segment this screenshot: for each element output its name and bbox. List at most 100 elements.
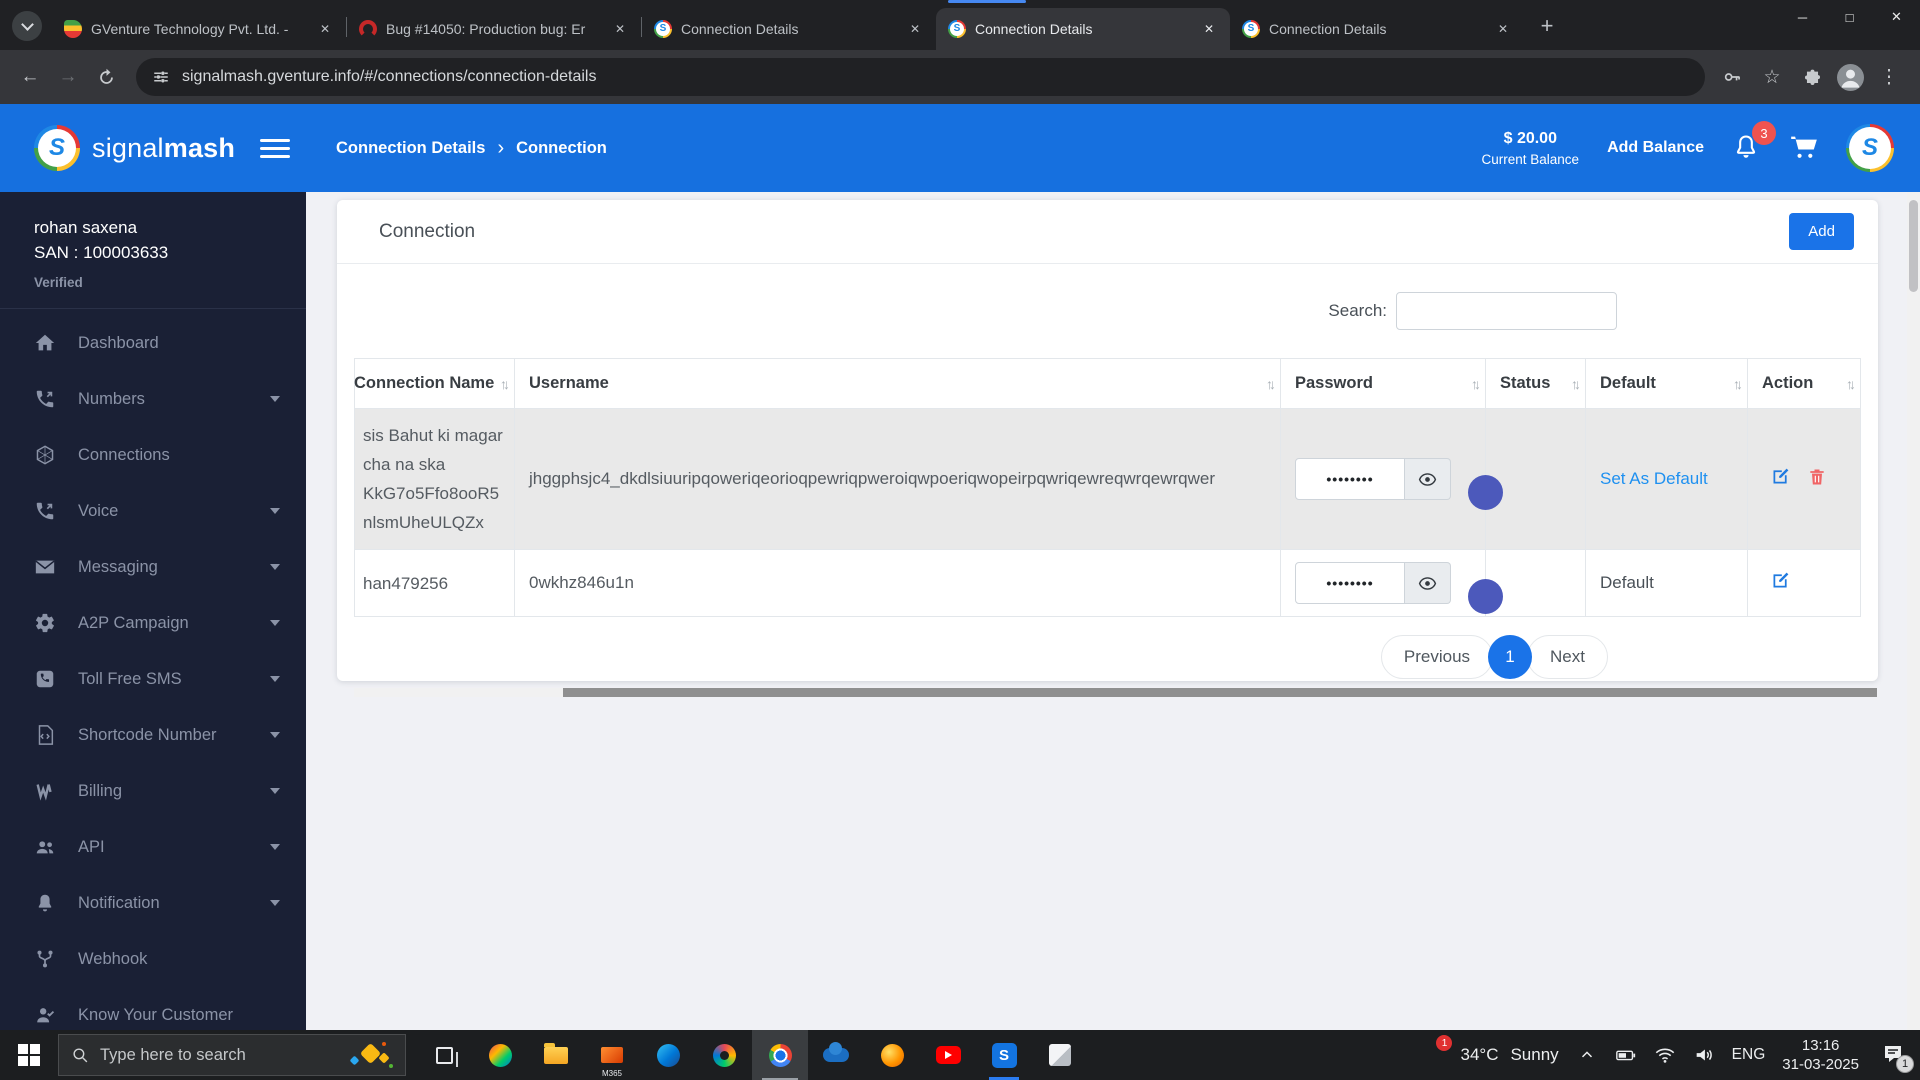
sidebar-item-toll-free-sms[interactable]: Toll Free SMS — [0, 651, 306, 707]
column-status[interactable]: Status ↑↓ — [1485, 358, 1586, 409]
action-center-button[interactable]: 1 — [1880, 1042, 1914, 1073]
new-tab-button[interactable]: + — [1532, 11, 1562, 41]
youtube-button[interactable] — [920, 1030, 976, 1080]
column-connection-name[interactable]: Connection Name ↑↓ — [354, 358, 515, 409]
tab-close-icon[interactable]: ✕ — [904, 18, 926, 40]
column-password[interactable]: Password ↑↓ — [1280, 358, 1486, 409]
sort-icon[interactable]: ↑↓ — [1846, 376, 1856, 392]
hamburger-menu-icon[interactable] — [260, 138, 290, 158]
delete-button[interactable] — [1807, 467, 1827, 492]
sidebar-item-webhook[interactable]: Webhook — [0, 931, 306, 987]
file-code-icon — [38, 725, 54, 745]
current-page-button[interactable]: 1 — [1488, 635, 1533, 679]
show-password-button[interactable] — [1405, 562, 1451, 604]
sidebar-item-api[interactable]: API — [0, 819, 306, 875]
tab-connection-details-2[interactable]: S Connection Details ✕ — [1230, 8, 1524, 50]
copilot-button[interactable] — [472, 1030, 528, 1080]
password-field[interactable] — [1295, 458, 1405, 500]
tab-close-icon[interactable]: ✕ — [609, 18, 631, 40]
sidebar-item-dashboard[interactable]: Dashboard — [0, 315, 306, 371]
file-explorer-button[interactable] — [528, 1030, 584, 1080]
sidebar-item-messaging[interactable]: Messaging — [0, 539, 306, 595]
tab-search-button[interactable] — [12, 11, 42, 41]
language-indicator[interactable]: ENG — [1732, 1046, 1766, 1064]
column-action[interactable]: Action ↑↓ — [1747, 358, 1861, 409]
forward-button[interactable]: → — [50, 59, 86, 95]
breadcrumb-level1[interactable]: Connection Details — [336, 139, 485, 158]
sort-icon[interactable]: ↑↓ — [500, 376, 510, 392]
taskbar-search-input[interactable] — [100, 1045, 339, 1065]
file-explorer-icon — [544, 1042, 568, 1064]
taskbar-search[interactable] — [58, 1034, 406, 1076]
back-button[interactable]: ← — [12, 59, 48, 95]
tab-close-icon[interactable]: ✕ — [314, 18, 336, 40]
search-input[interactable] — [1396, 292, 1617, 330]
minimize-button[interactable]: ─ — [1779, 0, 1826, 34]
column-default[interactable]: Default ↑↓ — [1585, 358, 1748, 409]
site-settings-icon[interactable] — [152, 68, 170, 86]
firefox-button[interactable] — [864, 1030, 920, 1080]
sidebar-item-connections[interactable]: Connections — [0, 427, 306, 483]
task-view-button[interactable] — [416, 1030, 472, 1080]
edit-button[interactable] — [1770, 570, 1791, 596]
sidebar-item-a2p-campaign[interactable]: A2P Campaign — [0, 595, 306, 651]
tab-connection-details-active[interactable]: S Connection Details ✕ — [936, 8, 1230, 50]
sidebar-item-numbers[interactable]: Numbers — [0, 371, 306, 427]
battery-indicator[interactable] — [1615, 1044, 1637, 1066]
tab-bug[interactable]: Bug #14050: Production bug: Er ✕ — [347, 8, 641, 50]
onedrive-button[interactable] — [808, 1030, 864, 1080]
url-text[interactable]: signalmash.gventure.info/#/connections/c… — [182, 68, 596, 86]
tray-expand-button[interactable] — [1576, 1044, 1598, 1066]
clock[interactable]: 13:16 31-03-2025 — [1782, 1036, 1859, 1074]
address-bar[interactable]: signalmash.gventure.info/#/connections/c… — [136, 58, 1705, 96]
tab-connection-details-1[interactable]: S Connection Details ✕ — [642, 8, 936, 50]
sort-icon[interactable]: ↑↓ — [1571, 376, 1581, 392]
previous-page-button[interactable]: Previous — [1380, 635, 1494, 679]
signalmash-logo-icon[interactable]: S — [34, 125, 80, 171]
photos-button[interactable] — [696, 1030, 752, 1080]
column-username[interactable]: Username ↑↓ — [514, 358, 1281, 409]
page-scrollbar[interactable] — [1907, 192, 1920, 1030]
bookmark-star-icon[interactable]: ☆ — [1757, 62, 1787, 92]
cart-button[interactable] — [1790, 132, 1818, 165]
extensions-icon[interactable] — [1797, 62, 1827, 92]
tab-close-icon[interactable]: ✕ — [1198, 18, 1220, 40]
user-avatar[interactable]: S — [1846, 124, 1894, 172]
sort-icon[interactable]: ↑↓ — [1733, 376, 1743, 392]
edge-button[interactable] — [640, 1030, 696, 1080]
sidebar-item-notification[interactable]: Notification — [0, 875, 306, 931]
horizontal-scrollbar[interactable] — [354, 688, 1877, 697]
edit-button[interactable] — [1770, 466, 1791, 492]
sort-icon[interactable]: ↑↓ — [1266, 376, 1276, 392]
wifi-indicator[interactable] — [1654, 1044, 1676, 1066]
show-password-button[interactable] — [1405, 458, 1451, 500]
maximize-button[interactable]: □ — [1826, 0, 1873, 34]
profile-avatar[interactable] — [1837, 63, 1864, 91]
set-as-default-link[interactable]: Set As Default — [1600, 469, 1708, 488]
tab-gventure[interactable]: GVenture Technology Pvt. Ltd. - ✕ — [52, 8, 346, 50]
password-key-icon[interactable] — [1717, 62, 1747, 92]
add-balance-button[interactable]: Add Balance — [1607, 139, 1704, 157]
volume-indicator[interactable] — [1693, 1044, 1715, 1066]
menu-kebab-icon[interactable]: ⋮ — [1874, 62, 1904, 92]
whiteboard-button[interactable] — [1032, 1030, 1088, 1080]
signalmash-app-button[interactable]: S — [976, 1030, 1032, 1080]
sort-icon[interactable]: ↑↓ — [1471, 376, 1481, 392]
next-page-button[interactable]: Next — [1527, 635, 1608, 679]
close-window-button[interactable]: ✕ — [1873, 0, 1920, 34]
sidebar-item-shortcode-number[interactable]: Shortcode Number — [0, 707, 306, 763]
chrome-button[interactable] — [752, 1030, 808, 1080]
tab-close-icon[interactable]: ✕ — [1492, 18, 1514, 40]
m365-button[interactable]: M365 — [584, 1030, 640, 1080]
sidebar-item-know-your-customer[interactable]: Know Your Customer — [0, 987, 306, 1030]
notifications-button[interactable]: 3 — [1732, 121, 1776, 163]
weather-widget[interactable]: 1 34°C Sunny — [1416, 1035, 1559, 1071]
sidebar-item-voice[interactable]: Voice — [0, 483, 306, 539]
sidebar-item-billing[interactable]: Billing — [0, 763, 306, 819]
password-field[interactable] — [1295, 562, 1405, 604]
scrollbar-thumb[interactable] — [1909, 200, 1918, 292]
add-button[interactable]: Add — [1789, 213, 1854, 250]
start-button[interactable] — [0, 1030, 58, 1080]
scrollbar-thumb[interactable] — [563, 688, 1877, 697]
refresh-button[interactable] — [88, 59, 124, 95]
